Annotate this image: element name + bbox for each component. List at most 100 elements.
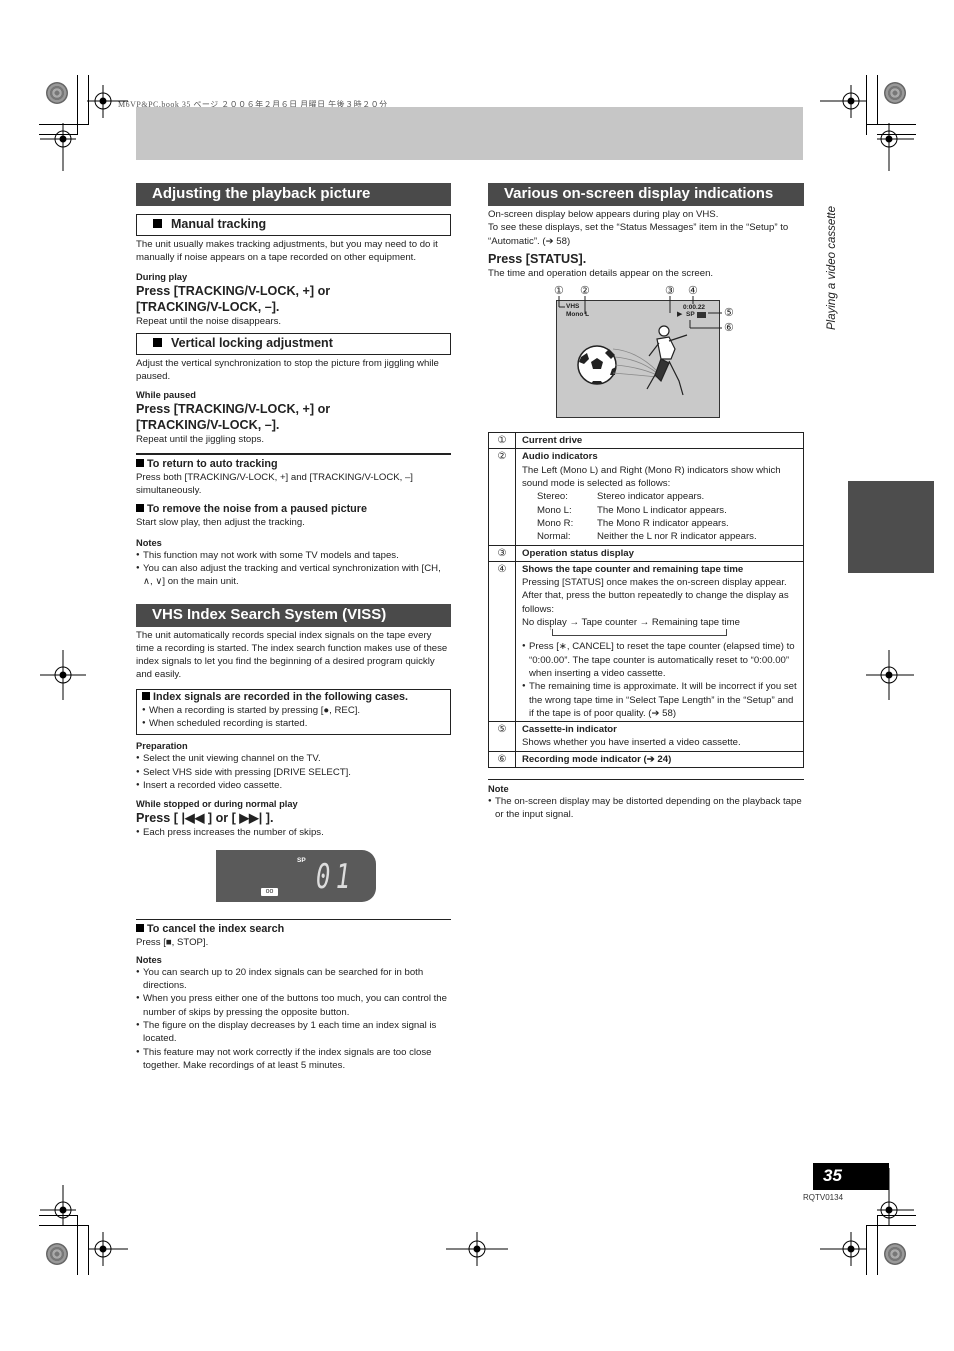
- row-title: Cassette-in indicator: [522, 724, 617, 736]
- status-press: Press [STATUS].: [488, 251, 587, 266]
- display-digits: 01: [316, 856, 356, 897]
- audio-mode-key: Mono R:: [537, 517, 574, 529]
- manual-tracking-body: The unit usually makes tracking adjustme…: [136, 239, 438, 264]
- row-number: ③: [488, 544, 516, 562]
- manual-tracking-condition: During play: [136, 271, 188, 282]
- row-number: ⑥: [488, 750, 516, 769]
- square-bullet-icon: [142, 691, 150, 700]
- remove-noise-heading: To remove the noise from a paused pictur…: [136, 503, 451, 516]
- cycle-return-arrow: ↑: [549, 625, 727, 637]
- vertical-locking-press-2: [TRACKING/V-LOCK, –].: [136, 418, 280, 433]
- row-title: Audio indicators: [522, 451, 598, 463]
- index-signal-case: When scheduled recording is started.: [142, 717, 445, 731]
- audio-mode-key: Mono L:: [537, 504, 572, 516]
- note-item: This feature may not work correctly if t…: [136, 1046, 451, 1073]
- right-column: Various on-screen display indications On…: [488, 183, 804, 822]
- row-title: Shows the tape counter and remaining tap…: [522, 563, 744, 575]
- audio-mode-value: The Mono R indicator appears.: [597, 517, 729, 529]
- table-row: ③ Operation status display: [488, 544, 804, 562]
- note-item: You can also adjust the tracking and ver…: [136, 562, 451, 589]
- viss-intro: The unit automatically records special i…: [136, 629, 448, 681]
- page-number-box: 35: [813, 1163, 889, 1190]
- cassette-icon: oo: [261, 887, 278, 896]
- row-title: Operation status display: [522, 547, 634, 559]
- section-title-onscreen-display: Various on-screen display indications: [488, 183, 804, 206]
- table-row: ⑥ Recording mode indicator (➔ 24): [488, 750, 804, 769]
- audio-mode-list: Stereo: Stereo indicator appears. Mono L:…: [522, 490, 797, 543]
- display-cycle: No display → Tape counter → Remaining ta…: [522, 617, 740, 629]
- crosshair-icon: [40, 650, 86, 700]
- divider: [136, 452, 451, 455]
- preparation-heading: Preparation: [136, 741, 188, 752]
- preparation-item: Select VHS side with pressing [DRIVE SEL…: [136, 766, 451, 780]
- row-number: ①: [488, 432, 516, 450]
- note-item: The on-screen display may be distorted d…: [488, 795, 804, 822]
- front-panel-display: SP 01 oo: [216, 849, 376, 902]
- row-body: Pressing [STATUS] once makes the on-scre…: [522, 577, 789, 615]
- square-bullet-icon: [153, 337, 162, 347]
- vertical-locking-condition: While paused: [136, 390, 196, 401]
- crosshair-icon: [446, 1232, 508, 1266]
- section-title-playback-picture: Adjusting the playback picture: [136, 183, 451, 206]
- index-signals-box: Index signals are recorded in the follow…: [136, 688, 451, 736]
- onscreen-intro-1: On-screen display below appears during p…: [488, 209, 719, 220]
- vertical-locking-result: Repeat until the jiggling stops.: [136, 434, 264, 446]
- chapter-tab: [848, 481, 934, 573]
- crosshair-icon: [877, 123, 914, 171]
- square-bullet-icon: [136, 923, 144, 932]
- manual-tracking-press-1: Press [TRACKING/V-LOCK, +] or: [136, 283, 331, 298]
- viss-press: Press [ |◀◀ ] or [ ▶▶| ].: [136, 811, 274, 826]
- table-row: ① Current drive: [488, 432, 804, 450]
- note-heading: Note: [488, 784, 509, 795]
- auto-tracking-heading: To return to auto tracking: [136, 458, 451, 471]
- note-item: This function may not work with some TV …: [136, 549, 451, 563]
- audio-mode-value: Neither the L nor R indicator appears.: [597, 531, 757, 543]
- cancel-index-body: Press [■, STOP].: [136, 936, 209, 948]
- notes-heading: Notes: [136, 954, 162, 965]
- display-mode: SP: [297, 856, 306, 864]
- onscreen-diagram: ① ② ③ ④ ⑤ ⑥ VHS Mono L 0:00.22 ▶ SP: [488, 280, 804, 428]
- crosshair-icon: [866, 650, 914, 700]
- square-bullet-icon: [153, 219, 162, 228]
- note-item: When you press either one of the buttons…: [136, 992, 451, 1019]
- remove-noise-body: Start slow play, then adjust the trackin…: [136, 517, 305, 529]
- table-row: ⑤ Cassette-in indicator Shows whether yo…: [488, 721, 804, 752]
- vertical-locking-press-1: Press [TRACKING/V-LOCK, +] or: [136, 402, 331, 417]
- note-item: You can search up to 20 index signals ca…: [136, 966, 451, 993]
- status-press-result: The time and operation details appear on…: [488, 267, 714, 279]
- manual-tracking-heading: Manual tracking: [136, 214, 451, 236]
- crosshair-icon: [820, 1232, 866, 1266]
- notes-heading: Notes: [136, 537, 162, 548]
- crosshair-icon: [40, 1185, 76, 1226]
- divider: [488, 779, 804, 781]
- row-number: ⑤: [488, 721, 516, 752]
- auto-tracking-body: Press both [TRACKING/V-LOCK, +] and [TRA…: [136, 471, 413, 497]
- counter-note: Press [∗, CANCEL] to reset the tape coun…: [522, 640, 797, 680]
- row-number: ④: [488, 560, 516, 723]
- divider: [136, 918, 451, 920]
- vertical-locking-body: Adjust the vertical synchronization to s…: [136, 357, 439, 383]
- document-id: RQTV0134: [803, 1193, 844, 1202]
- row-body: Shows whether you have inserted a video …: [522, 737, 741, 749]
- section-title-viss: VHS Index Search System (VISS): [136, 603, 451, 627]
- page-number: 35: [823, 1166, 842, 1185]
- viss-condition: While stopped or during normal play: [136, 799, 298, 810]
- callout-leaders: [558, 296, 722, 329]
- note-item: The figure on the display decreases by 1…: [136, 1019, 451, 1046]
- onscreen-intro-2: To see these displays, set the “Status M…: [488, 222, 789, 247]
- square-bullet-icon: [136, 458, 144, 467]
- square-bullet-icon: [136, 504, 144, 513]
- table-row: ④ Shows the tape counter and remaining t…: [488, 560, 804, 723]
- audio-mode-key: Normal:: [537, 531, 571, 543]
- row-body: The Left (Mono L) and Right (Mono R) ind…: [522, 464, 781, 490]
- manual-tracking-press-2: [TRACKING/V-LOCK, –].: [136, 299, 280, 314]
- viss-press-note: Each press increases the number of skips…: [136, 826, 451, 840]
- table-row: ② Audio indicators The Left (Mono L) and…: [488, 448, 804, 546]
- vertical-locking-heading: Vertical locking adjustment: [136, 332, 451, 355]
- counter-note: The remaining time is approximate. It wi…: [522, 680, 797, 720]
- preparation-item: Insert a recorded video cassette.: [136, 779, 451, 793]
- row-title: Current drive: [522, 435, 583, 447]
- preparation-item: Select the unit viewing channel on the T…: [136, 752, 451, 766]
- row-title: Recording mode indicator (➔ 24): [522, 753, 672, 765]
- chapter-side-label: Playing a video cassette: [826, 205, 838, 330]
